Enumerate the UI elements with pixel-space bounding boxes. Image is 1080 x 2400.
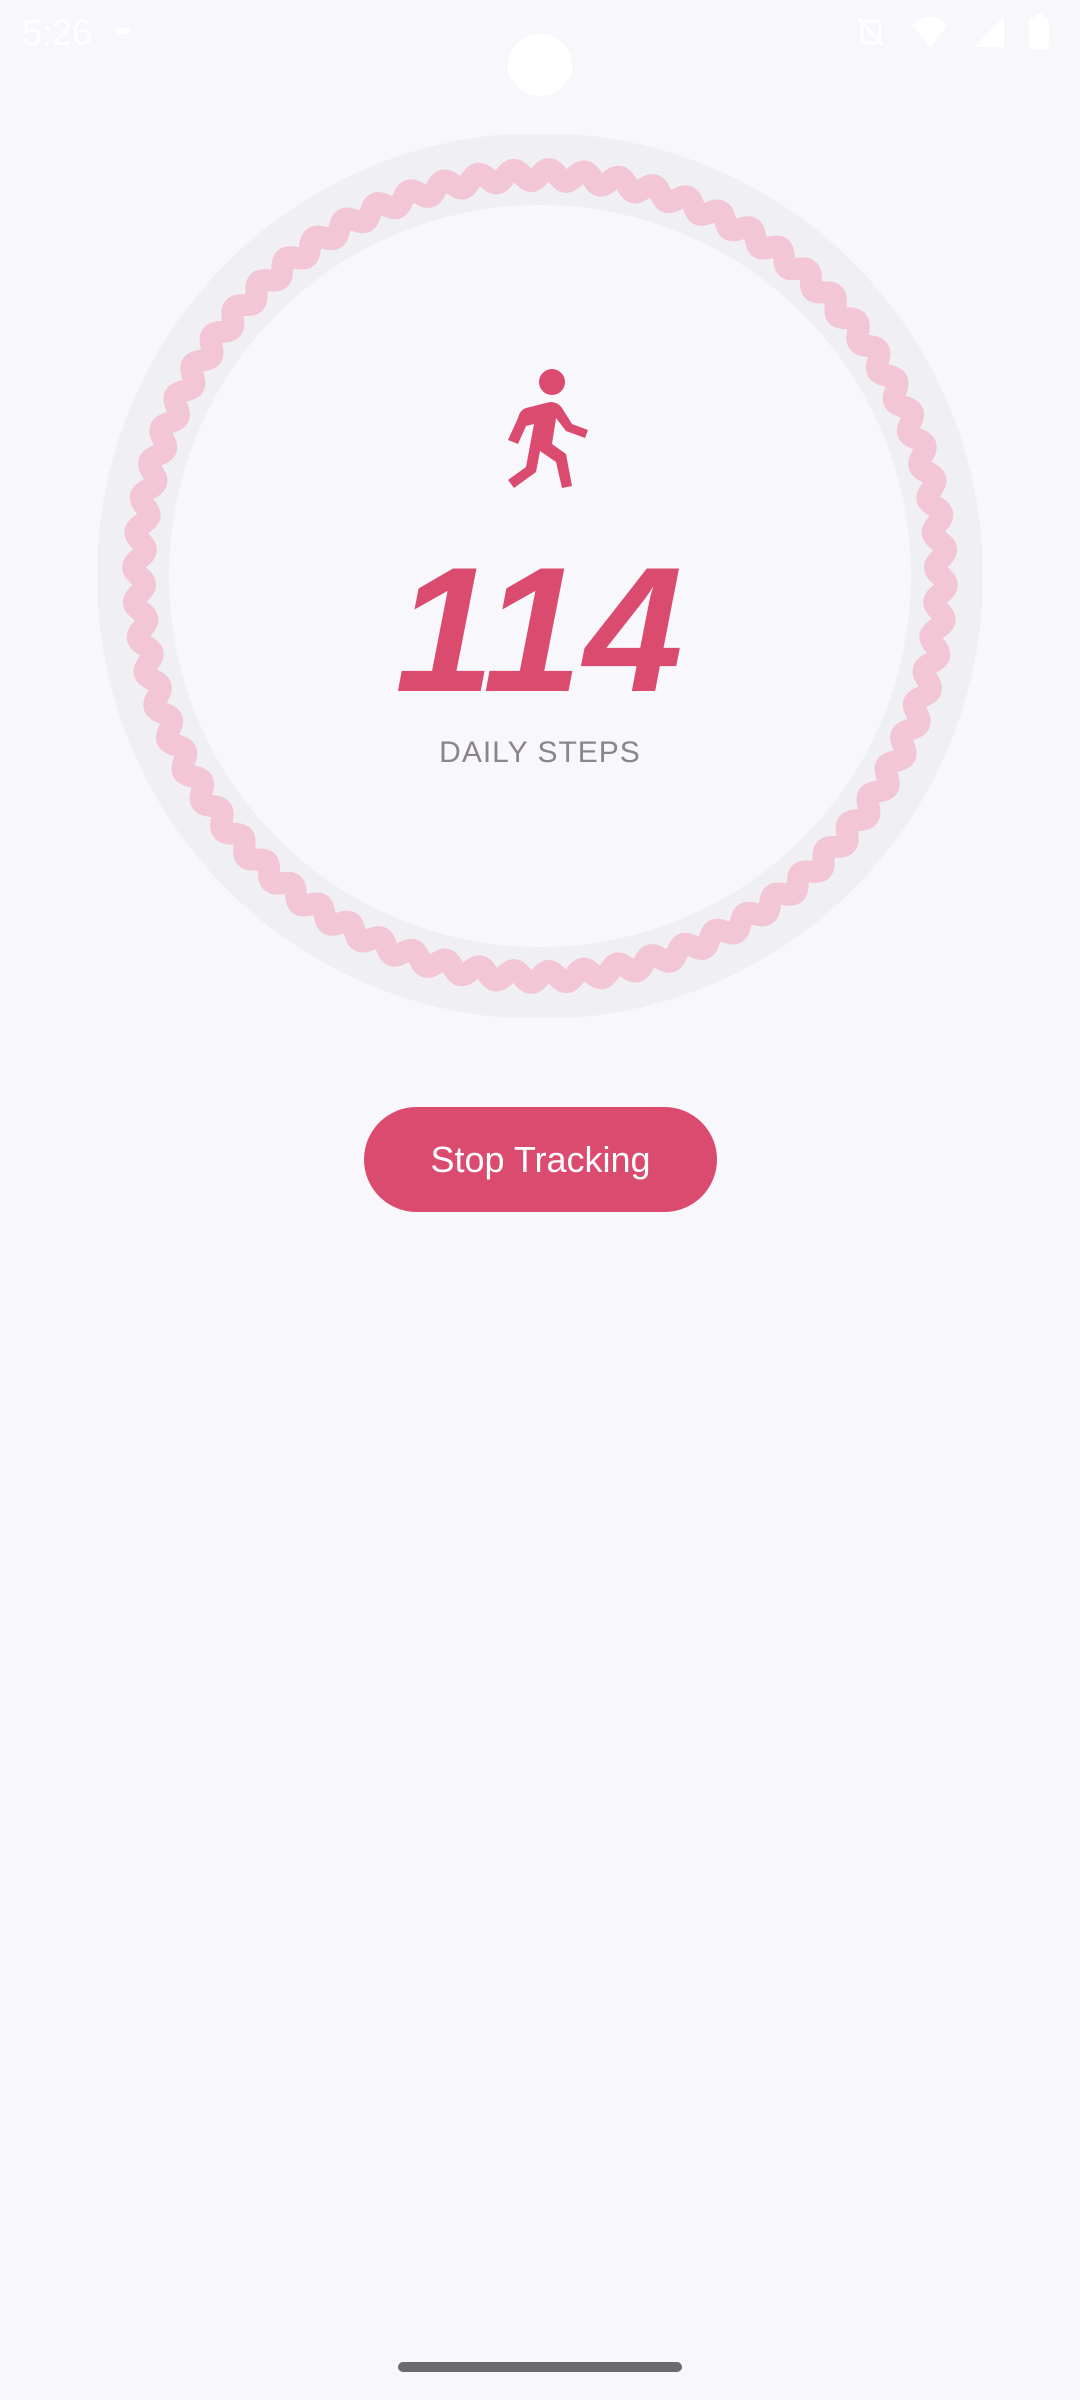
step-count: 114 [395,530,685,729]
status-time: 5:26 [22,12,93,53]
camera-cutout [508,34,572,96]
walking-person-icon [486,368,590,512]
step-tracker-screen: 5:26 114 DAILY STEPS Stop Tracking [0,0,1080,2400]
notification-dot-icon [116,28,130,34]
nfc-off-icon [854,15,888,49]
stop-tracking-button[interactable]: Stop Tracking [364,1107,717,1212]
status-icons [854,14,1050,50]
wifi-icon [910,15,950,49]
battery-icon [1028,14,1050,50]
home-indicator[interactable] [398,2362,682,2372]
daily-steps-label: DAILY STEPS [439,736,641,769]
signal-icon [972,15,1006,49]
